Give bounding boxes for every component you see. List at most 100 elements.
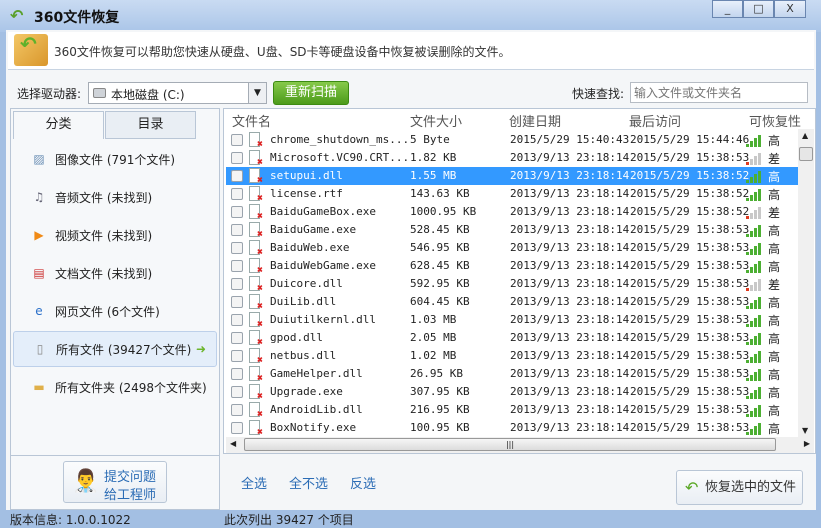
table-row[interactable]: ✖ license.rtf 143.63 KB 2013/9/13 23:18:… [226,185,798,204]
tab-category[interactable]: 分类 [13,111,104,139]
file-name: setupui.dll [270,169,343,182]
table-row[interactable]: ✖ BoxNotify.exe 100.95 KB 2013/9/13 23:1… [226,419,798,438]
file-name: Duicore.dll [270,277,343,290]
file-name: BaiduWebGame.exe [270,259,376,272]
table-row[interactable]: ✖ Duicore.dll 592.95 KB 2013/9/13 23:18:… [226,275,798,294]
file-size: 546.95 KB [410,241,470,254]
category-item[interactable]: ▯ 所有文件 (39427个文件) ➜ [13,331,217,367]
row-checkbox[interactable] [231,152,243,164]
chevron-down-icon[interactable]: ▼ [248,83,266,103]
invert-selection-link[interactable]: 反选 [350,473,376,492]
scroll-down-icon[interactable]: ▼ [802,426,808,435]
row-checkbox[interactable] [231,278,243,290]
file-name: BaiduWeb.exe [270,241,350,254]
file-name: gpod.dll [270,331,323,344]
scroll-up-icon[interactable]: ▲ [802,131,808,140]
file-name: GameHelper.dll [270,367,363,380]
table-row[interactable]: ✖ BaiduGame.exe 528.45 KB 2013/9/13 23:1… [226,221,798,240]
row-checkbox[interactable] [231,242,243,254]
close-button[interactable]: X [774,0,806,18]
scroll-left-icon[interactable]: ◀ [230,439,236,448]
category-item[interactable]: ♫ 音频文件 (未找到) [13,179,217,215]
tab-directory[interactable]: 目录 [105,111,196,139]
scroll-thumb[interactable]: ||| [244,438,776,451]
recoverability: 差 [768,278,781,292]
recoverability: 高 [768,170,781,184]
accessed-date: 2015/5/29 15:38:53 [630,151,750,164]
restore-selected-button[interactable]: ↶ 恢复选中的文件 [676,470,803,505]
created-date: 2013/9/13 23:18:14 [510,367,630,380]
table-row[interactable]: ✖ netbus.dll 1.02 MB 2013/9/13 23:18:14 … [226,347,798,366]
deleted-file-icon: ✖ [249,366,263,384]
category-item[interactable]: ▶ 视频文件 (未找到) [13,217,217,253]
vertical-scrollbar[interactable]: ▲ ▼ [798,129,814,437]
header-name[interactable]: 文件名 [232,111,271,130]
row-checkbox[interactable] [231,170,243,182]
signal-icon [746,405,762,417]
table-row[interactable]: ✖ setupui.dll 1.55 MB 2013/9/13 23:18:14… [226,167,798,186]
table-row[interactable]: ✖ Duiutilkernl.dll 1.03 MB 2013/9/13 23:… [226,311,798,330]
select-all-link[interactable]: 全选 [241,473,267,492]
header-created[interactable]: 创建日期 [509,111,561,130]
rescan-button[interactable]: 重新扫描 [273,81,349,105]
row-checkbox[interactable] [231,224,243,236]
table-row[interactable]: ✖ BaiduGameBox.exe 1000.95 KB 2013/9/13 … [226,203,798,222]
header-accessed[interactable]: 最后访问 [629,111,681,130]
table-row[interactable]: ✖ DuiLib.dll 604.45 KB 2013/9/13 23:18:1… [226,293,798,312]
row-checkbox[interactable] [231,404,243,416]
deleted-file-icon: ✖ [249,294,263,312]
minimize-button[interactable]: _ [712,0,743,18]
signal-icon [746,171,762,183]
accessed-date: 2015/5/29 15:38:53 [630,403,750,416]
deleted-file-icon: ✖ [249,312,263,330]
row-checkbox[interactable] [231,386,243,398]
header-size[interactable]: 文件大小 [410,111,462,130]
deleted-file-icon: ✖ [249,402,263,420]
category-item[interactable]: ▨ 图像文件 (791个文件) [13,141,217,177]
deleted-file-icon: ✖ [249,168,263,186]
scroll-right-icon[interactable]: ▶ [804,439,810,448]
table-row[interactable]: ✖ GameHelper.dll 26.95 KB 2013/9/13 23:1… [226,365,798,384]
title-bar [0,0,821,32]
category-item[interactable]: ▤ 文档文件 (未找到) [13,255,217,291]
category-item[interactable]: e 网页文件 (6个文件) [13,293,217,329]
row-checkbox[interactable] [231,422,243,434]
row-checkbox[interactable] [231,314,243,326]
file-size: 1000.95 KB [410,205,477,218]
maximize-button[interactable]: □ [743,0,774,18]
drive-select[interactable]: 本地磁盘 (C:) ▼ [88,82,267,104]
window-title: 360文件恢复 [34,10,120,26]
row-checkbox[interactable] [231,332,243,344]
horizontal-scrollbar[interactable]: ◀ ||| ▶ [226,437,814,453]
feedback-line2: 给工程师 [104,488,157,503]
table-row[interactable]: ✖ Upgrade.exe 307.95 KB 2013/9/13 23:18:… [226,383,798,402]
file-size: 143.63 KB [410,187,470,200]
accessed-date: 2015/5/29 15:38:53 [630,313,750,326]
row-checkbox[interactable] [231,350,243,362]
row-checkbox[interactable] [231,368,243,380]
feedback-button[interactable]: 👨‍⚕️ 提交问题 给工程师 [63,461,167,503]
table-row[interactable]: ✖ AndroidLib.dll 216.95 KB 2013/9/13 23:… [226,401,798,420]
row-checkbox[interactable] [231,206,243,218]
accessed-date: 2015/5/29 15:38:53 [630,295,750,308]
row-checkbox[interactable] [231,188,243,200]
scroll-thumb[interactable] [799,147,813,161]
table-row[interactable]: ✖ chrome_shutdown_ms... 5 Byte 2015/5/29… [226,131,798,150]
search-input[interactable] [630,82,808,103]
table-row[interactable]: ✖ BaiduWeb.exe 546.95 KB 2013/9/13 23:18… [226,239,798,258]
accessed-date: 2015/5/29 15:38:52 [630,169,750,182]
category-item[interactable]: ▬ 所有文件夹 (2498个文件夹) [13,369,217,405]
accessed-date: 2015/5/29 15:38:53 [630,241,750,254]
row-checkbox[interactable] [231,296,243,308]
file-size: 216.95 KB [410,403,470,416]
table-row[interactable]: ✖ BaiduWebGame.exe 628.45 KB 2013/9/13 2… [226,257,798,276]
row-checkbox[interactable] [231,134,243,146]
header-recoverability[interactable]: 可恢复性 [749,111,801,130]
deleted-file-icon: ✖ [249,240,263,258]
recoverability: 高 [768,314,781,328]
table-row[interactable]: ✖ Microsoft.VC90.CRT... 1.82 KB 2013/9/1… [226,149,798,168]
left-panel: 分类 目录 ▨ 图像文件 (791个文件) ♫ 音频文件 (未找到) ▶ 视频文件 (未找… [10,108,220,510]
row-checkbox[interactable] [231,260,243,272]
select-none-link[interactable]: 全不选 [289,473,328,492]
table-row[interactable]: ✖ gpod.dll 2.05 MB 2013/9/13 23:18:14 20… [226,329,798,348]
